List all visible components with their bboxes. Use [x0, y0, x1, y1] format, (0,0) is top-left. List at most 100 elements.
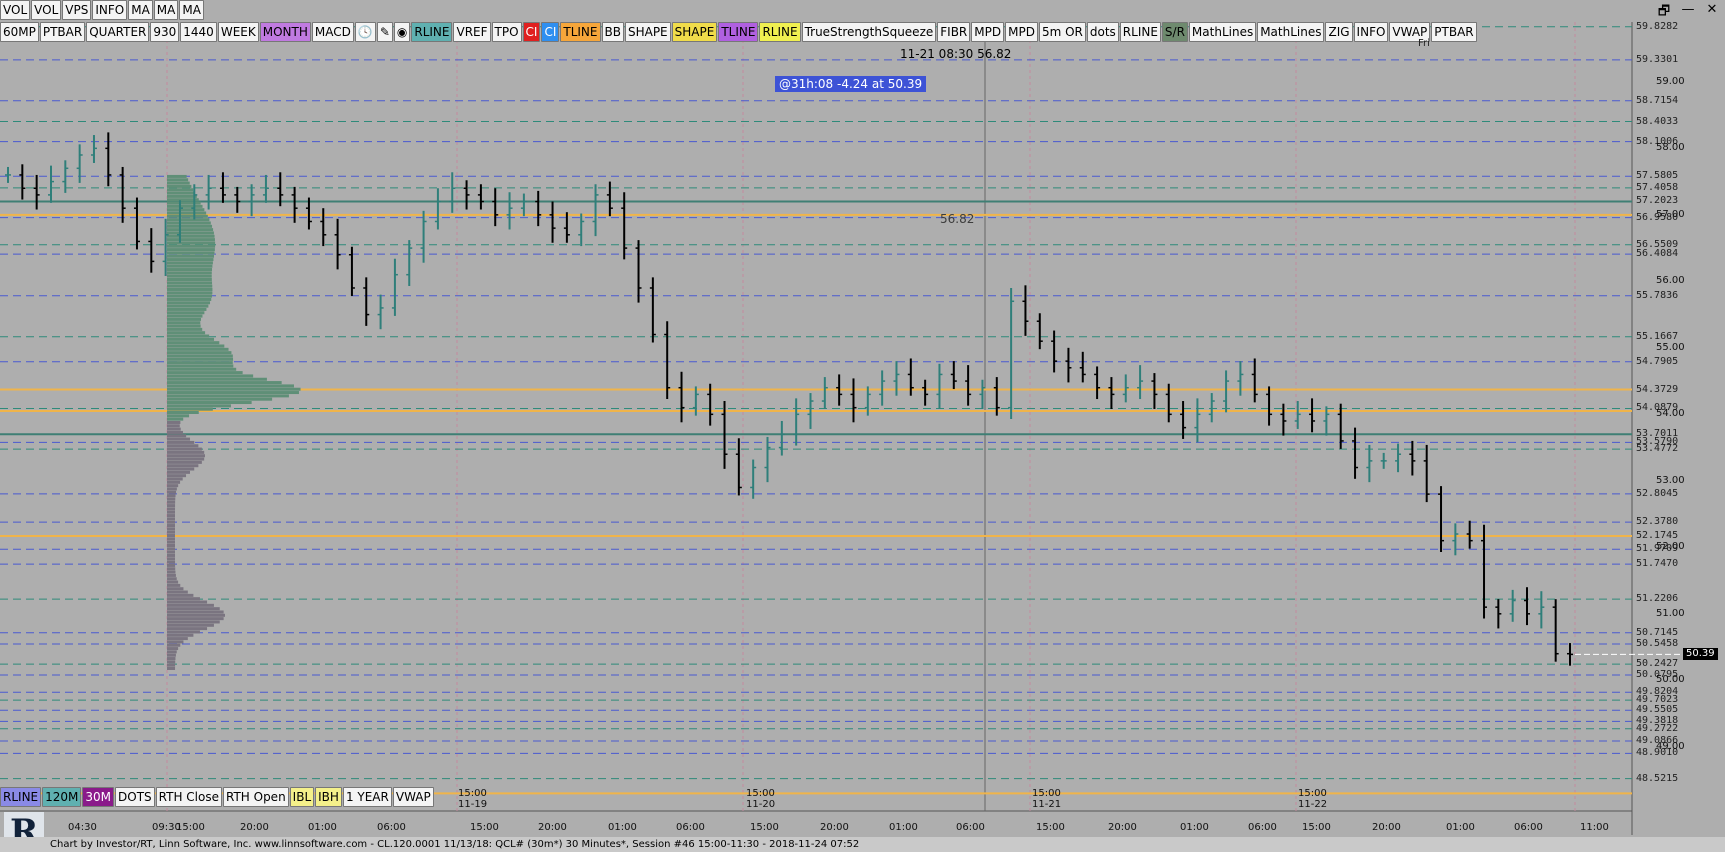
- toolbar-button-120m[interactable]: 120M: [42, 787, 82, 807]
- price-level-label: 52.8045: [1636, 487, 1679, 499]
- profile-bar: [167, 347, 229, 351]
- session-date-label: 11-21: [1032, 799, 1062, 810]
- toolbar-button-30m[interactable]: 30M: [82, 787, 115, 807]
- profile-bar: [167, 174, 187, 178]
- profile-bar: [167, 191, 195, 195]
- toolbar-button-mpd[interactable]: MPD: [971, 22, 1005, 42]
- toolbar-button-shape[interactable]: SHAPE: [671, 22, 718, 42]
- toolbar-button-ma[interactable]: MA: [153, 0, 179, 20]
- toolbar-button-zig[interactable]: ZIG: [1325, 22, 1353, 42]
- profile-bar: [167, 583, 181, 587]
- toolbar-button-vwap[interactable]: VWAP: [392, 787, 434, 807]
- profile-bar: [167, 640, 184, 644]
- time-label: 01:00: [608, 822, 637, 833]
- profile-bar: [167, 278, 212, 282]
- toolbar-button-rline[interactable]: RLINE: [411, 22, 453, 42]
- profile-bar: [167, 317, 202, 321]
- toolbar-button-mathlines[interactable]: MathLines: [1257, 22, 1325, 42]
- toolbar-button-dots[interactable]: dots: [1086, 22, 1119, 42]
- toolbar-button-tpo[interactable]: TPO: [491, 22, 522, 42]
- toolbar-button-month[interactable]: MONTH: [259, 22, 311, 42]
- toolbar-button-quarter[interactable]: QUARTER: [86, 22, 150, 42]
- profile-bar: [167, 643, 181, 647]
- profile-bar: [167, 547, 176, 551]
- toolbar-button-info[interactable]: INFO: [1353, 22, 1389, 42]
- profile-bar: [167, 404, 231, 408]
- target-icon[interactable]: ◉: [393, 22, 411, 42]
- toolbar-button-tline[interactable]: TLINE: [560, 22, 601, 42]
- chart-window: 59.8282 59.3301 58.7154 58.4033 58.1006 57.58…: [0, 0, 1725, 852]
- toolbar-button-vol[interactable]: VOL: [0, 0, 31, 20]
- toolbar-button-rline[interactable]: RLINE: [759, 22, 801, 42]
- status-text: Chart by Investor/RT, Linn Software, Inc…: [50, 839, 860, 850]
- toolbar-button-ptbar[interactable]: PTBAR: [39, 22, 86, 42]
- restore-icon[interactable]: 🗗: [1657, 2, 1671, 24]
- toolbar-button-930[interactable]: 930: [150, 22, 180, 42]
- profile-bar: [167, 620, 220, 624]
- profile-bar: [167, 527, 176, 531]
- profile-bar: [167, 414, 190, 418]
- toolbar-button-week[interactable]: WEEK: [217, 22, 259, 42]
- clock-icon[interactable]: 🕓: [354, 22, 376, 42]
- toolbar-button-ma[interactable]: MA: [179, 0, 204, 20]
- toolbar-button-1440[interactable]: 1440: [180, 22, 217, 42]
- profile-bar: [167, 248, 215, 252]
- toolbar-button-ci[interactable]: CI: [541, 22, 560, 42]
- toolbar-button-60mp[interactable]: 60MP: [0, 22, 39, 42]
- price-level-label: 57.5805: [1636, 170, 1679, 182]
- profile-bar: [167, 630, 200, 634]
- price-level-label: 57.2023: [1636, 195, 1679, 207]
- profile-bar: [167, 264, 213, 268]
- toolbar-button-macd[interactable]: MACD: [311, 22, 354, 42]
- profile-bar: [167, 650, 177, 654]
- toolbar-button-5m-or[interactable]: 5m OR: [1038, 22, 1086, 42]
- profile-bar: [167, 417, 184, 421]
- toolbar-button-vps[interactable]: VPS: [62, 0, 92, 20]
- profile-bar: [167, 218, 210, 222]
- toolbar-button-s-r[interactable]: S/R: [1161, 22, 1188, 42]
- toolbar-button-info[interactable]: INFO: [92, 0, 128, 20]
- toolbar-button-vol[interactable]: VOL: [31, 0, 62, 20]
- profile-bar: [167, 484, 179, 488]
- profile-bar: [167, 391, 299, 395]
- toolbar-button-fibr[interactable]: FIBR: [937, 22, 971, 42]
- pencil-icon[interactable]: ✎: [376, 22, 393, 42]
- toolbar-button-rth-open[interactable]: RTH Open: [222, 787, 289, 807]
- toolbar-button-rline[interactable]: RLINE: [1119, 22, 1161, 42]
- price-level-label: 54.7905: [1636, 355, 1679, 367]
- profile-bar: [167, 188, 194, 192]
- toolbar-button-ptbar[interactable]: PTBAR: [1431, 22, 1477, 42]
- toolbar-button-ibh[interactable]: IBH: [315, 787, 342, 807]
- profile-bar: [167, 520, 176, 524]
- toolbar-button-ci[interactable]: CI: [522, 22, 541, 42]
- chart-canvas[interactable]: [0, 0, 1725, 852]
- axis-price-label: 56.00: [1656, 275, 1685, 287]
- toolbar-button-bb[interactable]: BB: [601, 22, 624, 42]
- profile-bar: [167, 201, 201, 205]
- toolbar-button-vref[interactable]: VREF: [453, 22, 491, 42]
- profile-bar: [167, 444, 199, 448]
- profile-bar: [167, 268, 213, 272]
- profile-bar: [167, 284, 213, 288]
- profile-bar: [167, 653, 176, 657]
- toolbar-button-mpd[interactable]: MPD: [1005, 22, 1038, 42]
- toolbar-button-1-year[interactable]: 1 YEAR: [342, 787, 392, 807]
- toolbar-button-shape[interactable]: SHAPE: [624, 22, 671, 42]
- toolbar-button-dots[interactable]: DOTS: [115, 787, 155, 807]
- profile-bar: [167, 337, 215, 341]
- minimize-icon[interactable]: —: [1681, 2, 1695, 24]
- profile-bar: [167, 314, 203, 318]
- toolbar-button-ibl[interactable]: IBL: [289, 787, 315, 807]
- toolbar-button-rth-close[interactable]: RTH Close: [155, 787, 222, 807]
- toolbar-button-mathlines[interactable]: MathLines: [1188, 22, 1257, 42]
- profile-bar: [167, 354, 233, 358]
- profile-bar: [167, 490, 177, 494]
- toolbar-button-rline[interactable]: RLINE: [0, 787, 42, 807]
- toolbar-button-ma[interactable]: MA: [128, 0, 153, 20]
- close-icon[interactable]: ✕: [1705, 2, 1719, 24]
- profile-bar: [167, 587, 184, 591]
- profile-bar: [167, 211, 207, 215]
- toolbar-button-tline[interactable]: TLINE: [718, 22, 759, 42]
- toolbar-button-truestrengthsqueeze[interactable]: TrueStrengthSqueeze: [801, 22, 937, 42]
- profile-bar: [167, 411, 199, 414]
